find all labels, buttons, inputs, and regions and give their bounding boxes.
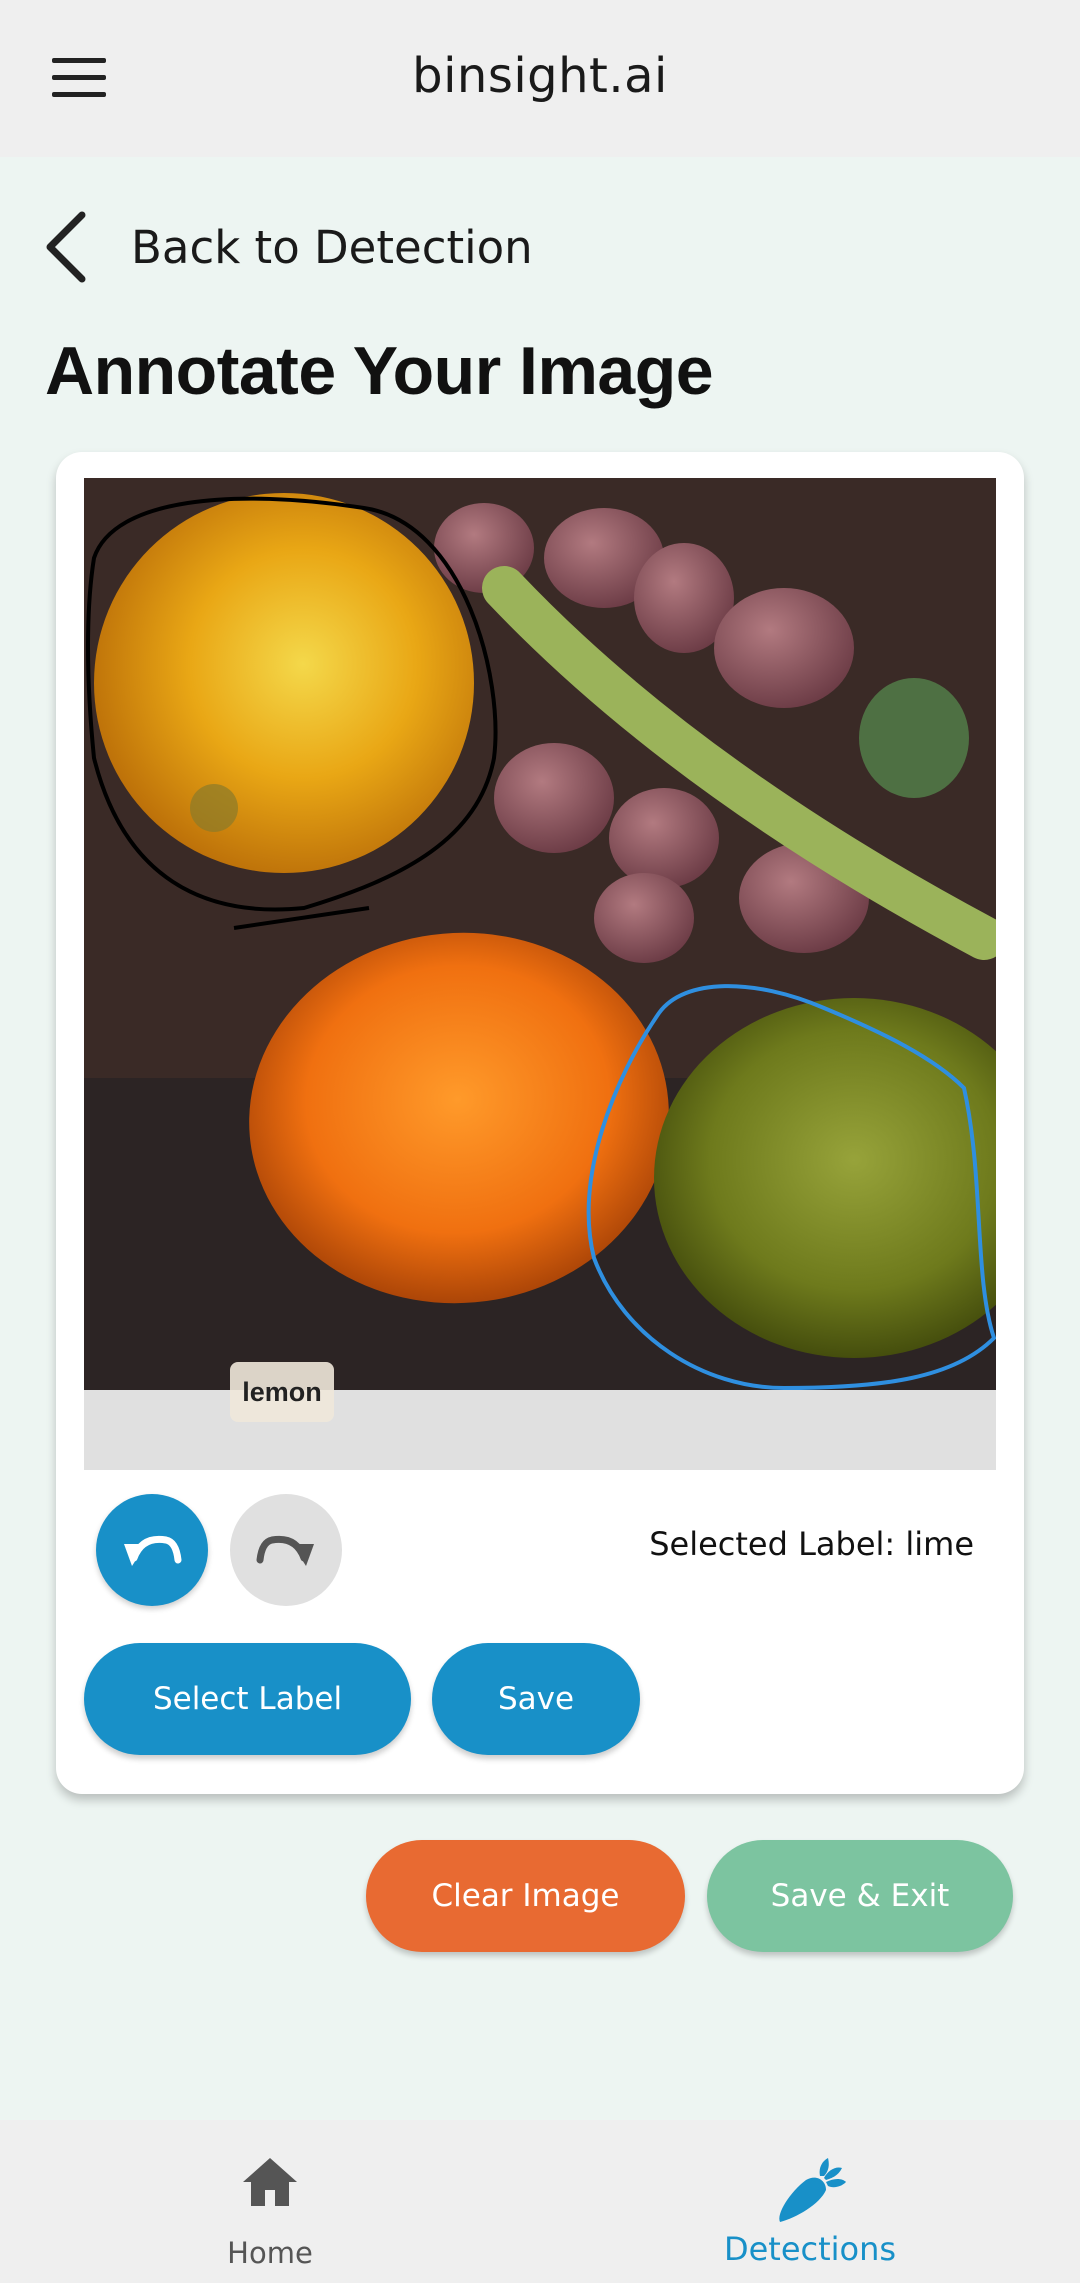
annotation-tag-lemon[interactable]: lemon: [230, 1362, 334, 1422]
home-icon: [243, 2158, 297, 2206]
bottom-navigation: Home Detections: [0, 2120, 1080, 2283]
carrot-icon: [779, 2158, 846, 2222]
produce-photo: [84, 478, 996, 1390]
back-link-label: Back to Detection: [131, 221, 533, 274]
undo-button[interactable]: [96, 1494, 208, 1606]
redo-icon: [256, 1535, 314, 1566]
annotation-card: lemon Selected Label: lime Select Label …: [56, 452, 1024, 1794]
redo-button[interactable]: [230, 1494, 342, 1606]
chevron-left-icon: [46, 211, 86, 283]
nav-item-home[interactable]: Home: [0, 2120, 540, 2283]
nav-label-detections: Detections: [723, 2230, 897, 2268]
app-title: binsight.ai: [412, 48, 668, 104]
clear-image-button[interactable]: Clear Image: [366, 1840, 685, 1952]
page-title: Annotate Your Image: [45, 333, 714, 409]
nav-label-home: Home: [227, 2236, 313, 2270]
annotation-canvas[interactable]: [84, 478, 996, 1390]
selected-label-text: Selected Label: lime: [649, 1525, 974, 1563]
app-bar: binsight.ai: [0, 0, 1080, 157]
undo-icon: [124, 1535, 182, 1566]
nav-item-detections[interactable]: Detections: [540, 2120, 1080, 2283]
save-button[interactable]: Save: [432, 1643, 640, 1755]
canvas-footer: [84, 1390, 996, 1470]
select-label-button[interactable]: Select Label: [84, 1643, 411, 1755]
back-to-detection-link[interactable]: Back to Detection: [42, 205, 642, 285]
save-and-exit-button[interactable]: Save & Exit: [707, 1840, 1013, 1952]
